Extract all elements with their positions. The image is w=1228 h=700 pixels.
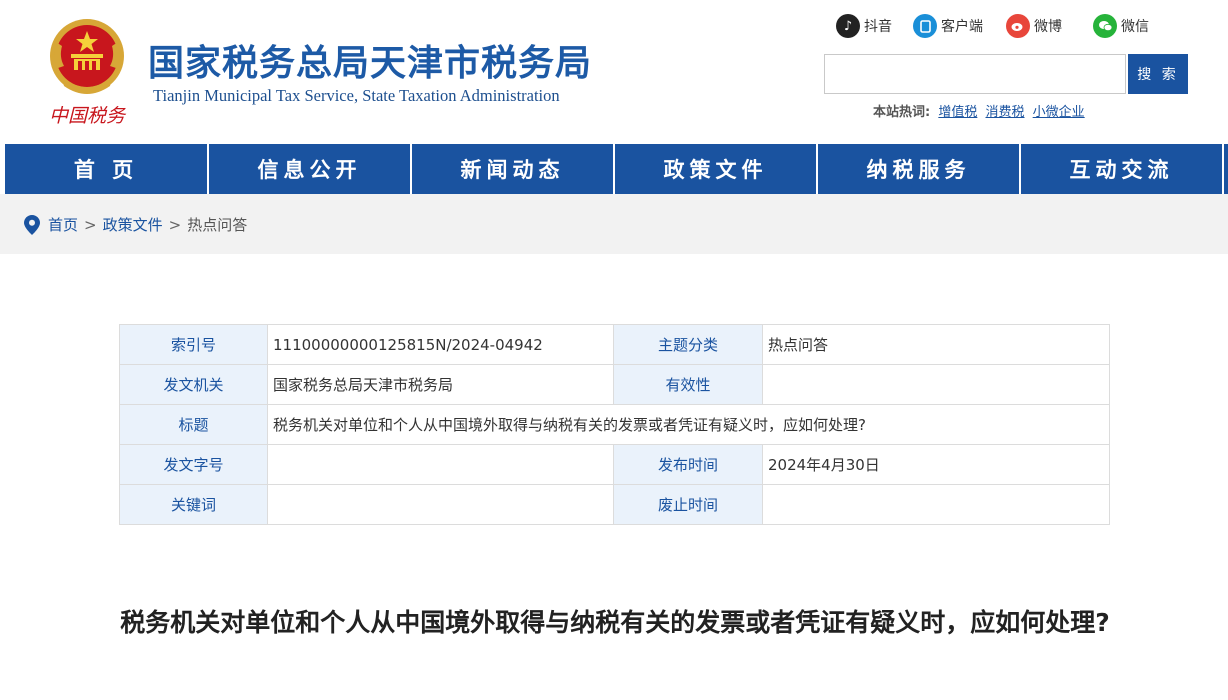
title-label: 标题 [119, 404, 268, 445]
repeal-date-label: 废止时间 [613, 484, 763, 525]
weibo-link[interactable]: 微博 [1006, 13, 1062, 39]
search-button[interactable]: 搜 索 [1128, 54, 1188, 94]
nav-item-interaction[interactable]: 互动交流 [1021, 144, 1224, 194]
breadcrumb-home-link[interactable]: 首页 [48, 214, 78, 235]
table-row: 发文字号 发布时间 2024年4月30日 [119, 444, 1110, 485]
index-number-value: 11100000000125815N/2024-04942 [267, 324, 614, 365]
publish-date-label: 发布时间 [613, 444, 763, 485]
table-row: 发文机关 国家税务总局天津市税务局 有效性 [119, 364, 1110, 405]
breadcrumb-policy-link[interactable]: 政策文件 [103, 214, 163, 235]
weibo-label: 微博 [1034, 19, 1062, 35]
topic-category-value: 热点问答 [762, 324, 1110, 365]
main-nav: 首 页 信息公开 新闻动态 政策文件 纳税服务 互动交流 [0, 144, 1228, 194]
breadcrumb-separator: > [84, 215, 97, 234]
search-input[interactable] [824, 54, 1126, 94]
hot-word-link[interactable]: 消费税 [986, 105, 1025, 120]
publish-date-value: 2024年4月30日 [762, 444, 1110, 485]
table-row: 索引号 11100000000125815N/2024-04942 主题分类 热… [119, 324, 1110, 365]
article-title: 税务机关对单位和个人从中国境外取得与纳税有关的发票或者凭证有疑义时，应如何处理? [120, 608, 1110, 637]
index-number-label: 索引号 [119, 324, 268, 365]
client-label: 客户端 [941, 19, 983, 35]
wechat-icon [1093, 14, 1117, 38]
hot-word-link[interactable]: 小微企业 [1033, 105, 1085, 120]
document-number-label: 发文字号 [119, 444, 268, 485]
nav-item-news[interactable]: 新闻动态 [412, 144, 615, 194]
topic-category-label: 主题分类 [613, 324, 763, 365]
table-row: 标题 税务机关对单位和个人从中国境外取得与纳税有关的发票或者凭证有疑义时，应如何… [119, 404, 1110, 445]
weibo-icon [1006, 14, 1030, 38]
wechat-label: 微信 [1121, 19, 1149, 35]
breadcrumb: 首页 > 政策文件 > 热点问答 [24, 214, 247, 235]
title-value: 税务机关对单位和个人从中国境外取得与纳税有关的发票或者凭证有疑义时，应如何处理? [267, 404, 1110, 445]
breadcrumb-bar: 首页 > 政策文件 > 热点问答 [0, 194, 1228, 254]
hot-words-label: 本站热词: [873, 105, 931, 120]
nav-item-home[interactable]: 首 页 [5, 144, 209, 194]
validity-label: 有效性 [613, 364, 763, 405]
douyin-label: 抖音 [864, 19, 892, 35]
nav-item-tax-service[interactable]: 纳税服务 [818, 144, 1021, 194]
client-icon [913, 14, 937, 38]
document-meta-table: 索引号 11100000000125815N/2024-04942 主题分类 热… [119, 324, 1110, 525]
hot-words: 本站热词: 增值税 消费税 小微企业 [873, 101, 1089, 120]
nav-item-info-disclosure[interactable]: 信息公开 [209, 144, 412, 194]
document-number-value [267, 444, 614, 485]
nav-item-policy[interactable]: 政策文件 [615, 144, 818, 194]
validity-value [762, 364, 1110, 405]
wechat-link[interactable]: 微信 [1093, 13, 1149, 39]
site-subtitle: Tianjin Municipal Tax Service, State Tax… [153, 86, 560, 105]
issuing-authority-label: 发文机关 [119, 364, 268, 405]
site-title: 国家税务总局天津市税务局 [148, 43, 593, 84]
site-header: 中国税务 国家税务总局天津市税务局 Tianjin Municipal Tax … [0, 0, 1228, 144]
keywords-value [267, 484, 614, 525]
location-pin-icon [24, 214, 40, 235]
douyin-link[interactable]: ♪ 抖音 [836, 13, 892, 39]
breadcrumb-current: 热点问答 [187, 216, 248, 234]
emblem-text: 中国税务 [49, 105, 127, 127]
breadcrumb-separator: > [168, 215, 182, 234]
issuing-authority-value: 国家税务总局天津市税务局 [267, 364, 614, 405]
keywords-label: 关键词 [119, 484, 268, 525]
table-row: 关键词 废止时间 [119, 484, 1110, 525]
tax-emblem-logo[interactable]: 中国税务 [44, 16, 130, 128]
douyin-icon: ♪ [836, 14, 860, 38]
client-link[interactable]: 客户端 [913, 13, 983, 39]
repeal-date-value [762, 484, 1110, 525]
hot-word-link[interactable]: 增值税 [938, 105, 977, 120]
